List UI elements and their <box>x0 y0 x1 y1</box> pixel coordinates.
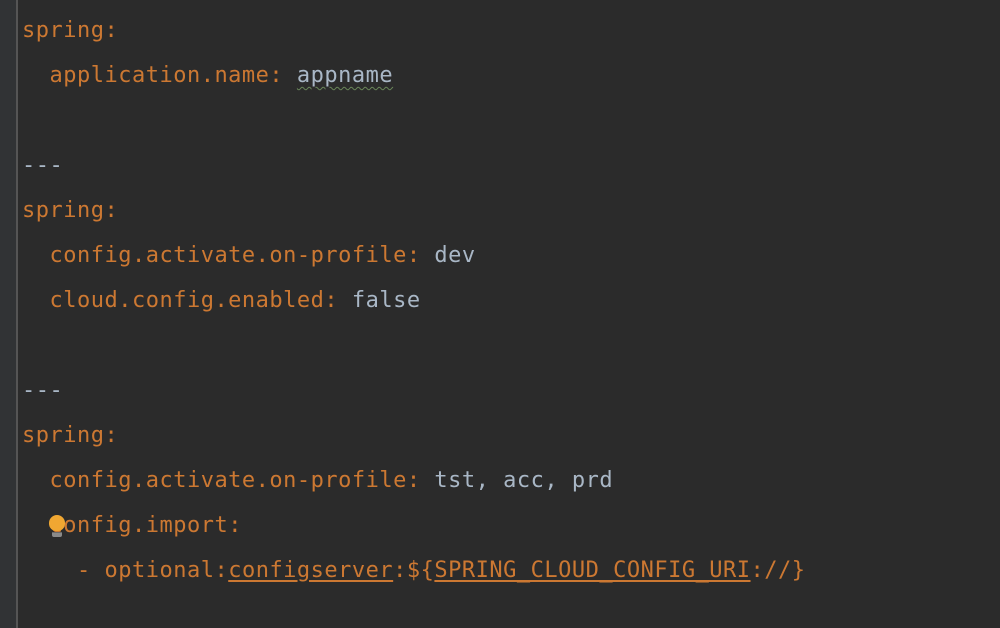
yaml-value: tst, acc, prd <box>434 468 613 493</box>
yaml-key: config.activate.on-profile <box>50 468 407 493</box>
yaml-segment: optional <box>104 558 214 583</box>
colon: : <box>407 468 435 493</box>
code-line[interactable]: --- <box>22 368 1000 413</box>
yaml-key: application.name <box>50 63 270 88</box>
colon: : <box>104 18 118 43</box>
colon: : <box>104 198 118 223</box>
code-editor[interactable]: spring: application.name: appname --- spr… <box>0 0 1000 593</box>
list-dash: - <box>77 558 105 583</box>
yaml-segment: : <box>393 558 407 583</box>
code-line[interactable]: config.activate.on-profile: tst, acc, pr… <box>22 458 1000 503</box>
code-line[interactable]: config.import: <box>22 503 1000 548</box>
code-line[interactable]: config.activate.on-profile: dev <box>22 233 1000 278</box>
code-line[interactable] <box>22 323 1000 368</box>
code-line[interactable]: application.name: appname <box>22 53 1000 98</box>
yaml-segment: : <box>751 558 765 583</box>
yaml-key: config.activate.on-profile <box>50 243 407 268</box>
yaml-segment: : <box>214 558 228 583</box>
yaml-key: spring <box>22 18 104 43</box>
yaml-segment: configserver <box>228 558 393 583</box>
colon: : <box>228 513 242 538</box>
yaml-value: false <box>352 288 421 313</box>
lightbulb-icon[interactable] <box>48 515 66 537</box>
code-line[interactable]: spring: <box>22 413 1000 458</box>
yaml-segment: SPRING_CLOUD_CONFIG_URI <box>434 558 750 583</box>
colon: : <box>324 288 352 313</box>
yaml-key: spring <box>22 198 104 223</box>
code-line[interactable] <box>22 98 1000 143</box>
colon: : <box>104 423 118 448</box>
code-line[interactable]: - optional:configserver:${SPRING_CLOUD_C… <box>22 548 1000 593</box>
yaml-segment: //} <box>764 558 805 583</box>
yaml-value: dev <box>434 243 475 268</box>
code-line[interactable]: --- <box>22 143 1000 188</box>
code-line[interactable]: spring: <box>22 8 1000 53</box>
document-separator: --- <box>22 378 63 403</box>
code-line[interactable]: spring: <box>22 188 1000 233</box>
colon: : <box>407 243 435 268</box>
yaml-segment: { <box>421 558 435 583</box>
code-line[interactable]: cloud.config.enabled: false <box>22 278 1000 323</box>
yaml-key: spring <box>22 423 104 448</box>
yaml-value: appname <box>297 63 393 88</box>
yaml-key: config.import <box>50 513 229 538</box>
document-separator: --- <box>22 153 63 178</box>
yaml-key: cloud.config.enabled <box>50 288 325 313</box>
yaml-segment: $ <box>407 558 421 583</box>
colon: : <box>269 63 297 88</box>
